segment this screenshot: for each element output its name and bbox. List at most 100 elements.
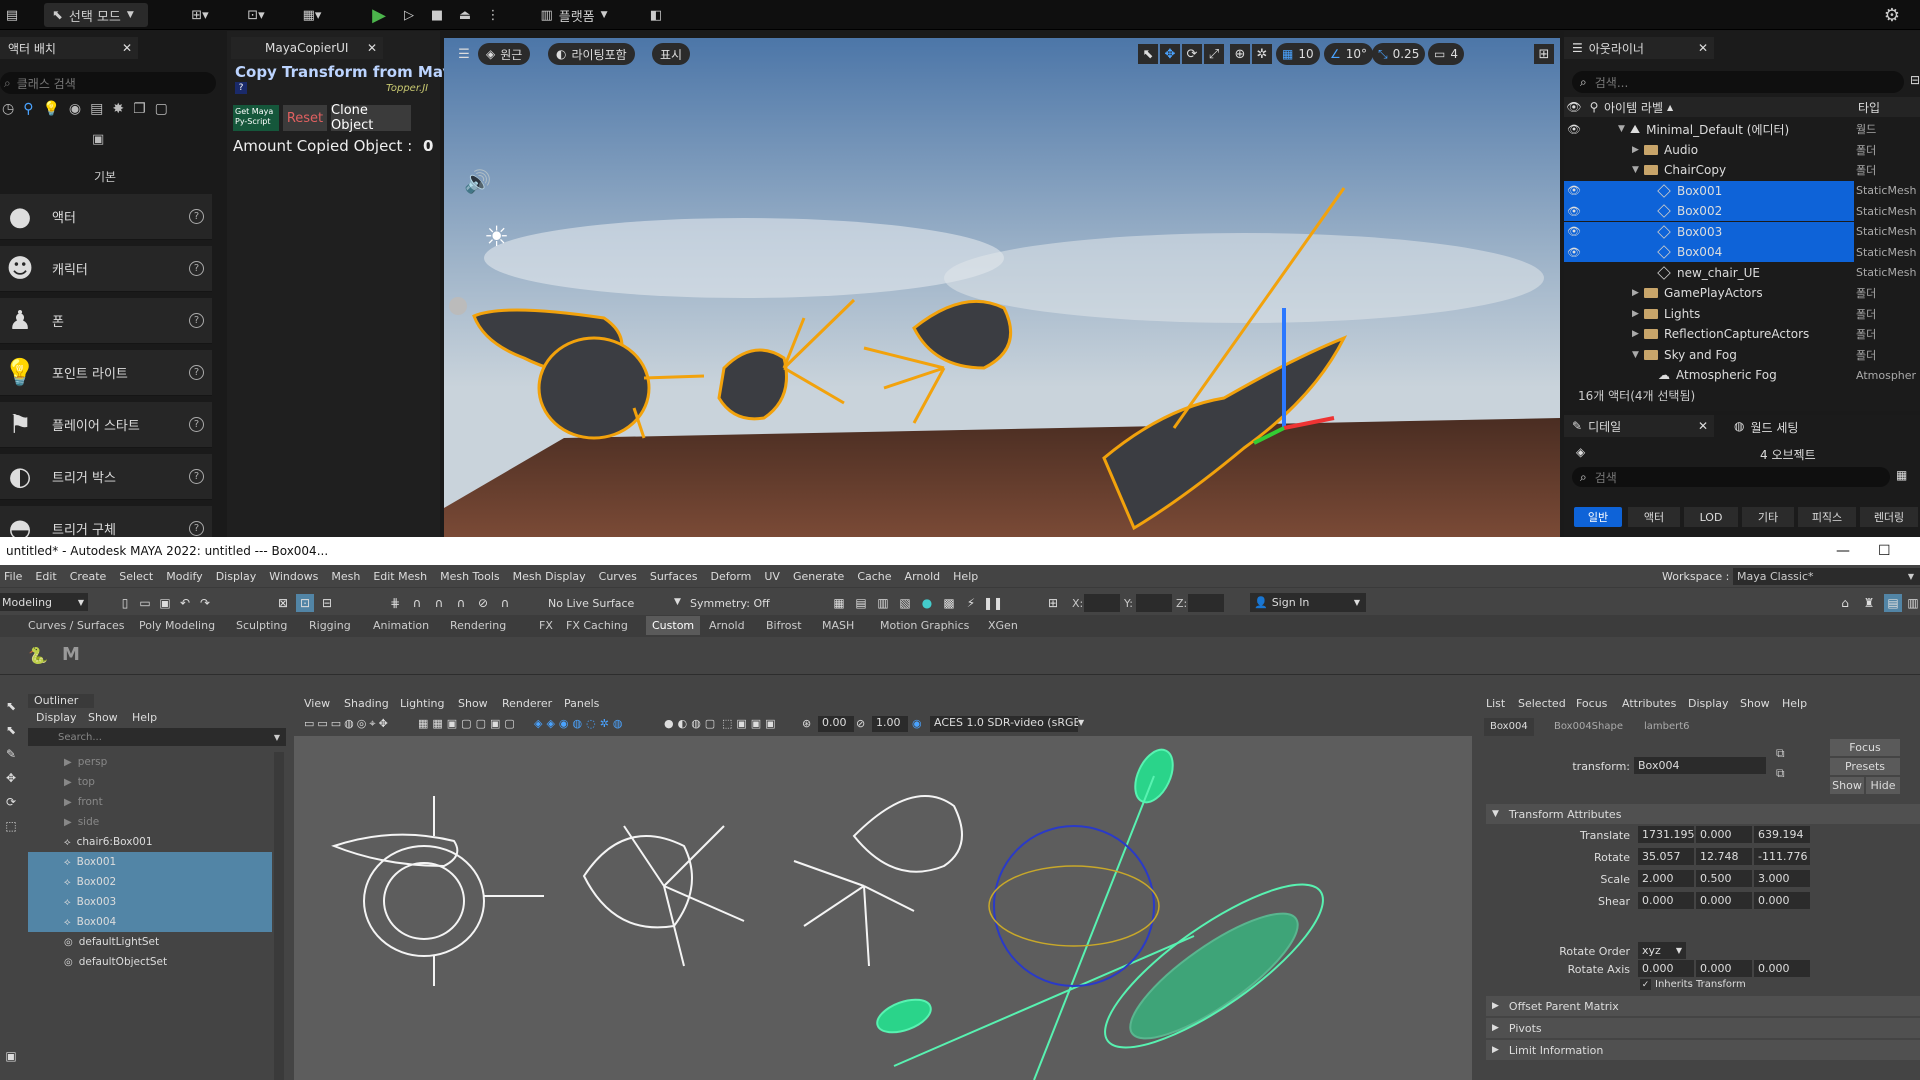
- menu-item[interactable]: Mesh Display: [513, 570, 586, 583]
- outliner-menu-help[interactable]: Help: [132, 711, 157, 724]
- isolate-tools-icon[interactable]: ●◐◍▢: [664, 717, 719, 730]
- attr-field[interactable]: 35.057: [1638, 848, 1694, 865]
- move-tool-icon[interactable]: ✥: [2, 769, 20, 787]
- minimize-icon[interactable]: —: [1836, 543, 1850, 559]
- z-field[interactable]: [1188, 594, 1224, 612]
- outliner-item[interactable]: ⟡ chair6:Box001: [28, 832, 272, 852]
- ae-menu-focus[interactable]: Focus: [1576, 697, 1607, 710]
- shelf-tab[interactable]: Sculpting: [236, 619, 287, 632]
- gear-icon[interactable]: ⚙: [1880, 3, 1904, 27]
- outliner-item[interactable]: ▶ persp: [28, 752, 272, 772]
- menu-item[interactable]: Edit Mesh: [373, 570, 427, 583]
- help-icon[interactable]: ?: [189, 417, 204, 432]
- rotate-tool-icon[interactable]: ⟳: [1182, 44, 1202, 64]
- visibility-eye-icon[interactable]: 👁: [1564, 225, 1584, 238]
- tab-details[interactable]: ✎ 디테일 ✕: [1564, 415, 1714, 437]
- menu-item[interactable]: Create: [70, 570, 107, 583]
- section-pivots[interactable]: ▶ Pivots: [1486, 1018, 1920, 1038]
- save-scene-icon[interactable]: ▣: [156, 594, 174, 612]
- transform-name-field[interactable]: Box004: [1634, 757, 1766, 774]
- select-mode-dropdown[interactable]: ⬉ 선택 모드 ▼: [44, 3, 148, 27]
- all-classes-icon[interactable]: ▢: [155, 101, 168, 129]
- scale-snap-button[interactable]: ⤡ 0.25: [1372, 43, 1426, 65]
- help-icon[interactable]: ?: [189, 521, 204, 536]
- attr-field[interactable]: 0.000: [1696, 826, 1752, 843]
- visibility-eye-icon[interactable]: 👁: [1564, 246, 1584, 259]
- layout-single-icon[interactable]: ▣: [2, 1047, 20, 1065]
- scale-tool-icon[interactable]: ⬚: [2, 817, 20, 835]
- copy-tab-icon[interactable]: ⧉: [1776, 746, 1785, 761]
- exposure-icon[interactable]: ⊛: [802, 717, 811, 730]
- attr-field[interactable]: -111.776: [1754, 848, 1810, 865]
- cinematics-icon[interactable]: ▦▾: [292, 3, 332, 27]
- tab-box004[interactable]: Box004: [1484, 718, 1534, 736]
- help-icon[interactable]: ?: [189, 209, 204, 224]
- filter-actor[interactable]: 액터: [1628, 507, 1680, 527]
- eject-icon[interactable]: ⏏: [454, 3, 476, 27]
- world-space-icon[interactable]: ⊕: [1230, 44, 1250, 64]
- close-icon[interactable]: ✕: [1698, 41, 1708, 55]
- sign-in-button[interactable]: 👤 Sign In ▼: [1250, 593, 1366, 612]
- menu-set-select[interactable]: Modeling ▼: [0, 593, 88, 611]
- chevron-down-icon[interactable]: ▼: [674, 597, 681, 607]
- live-surface-label[interactable]: No Live Surface: [548, 597, 634, 610]
- geometry-icon[interactable]: ▣: [92, 132, 104, 147]
- attribute-editor-icon[interactable]: ▤: [1884, 594, 1902, 612]
- ae-menu-display[interactable]: Display: [1688, 697, 1729, 710]
- pause-icon[interactable]: ❚❚: [983, 594, 1003, 612]
- settings-panel-icon[interactable]: ◧: [646, 3, 666, 27]
- rotate-order-select[interactable]: xyz ▼: [1638, 942, 1686, 959]
- lights-icon[interactable]: 💡: [42, 101, 59, 129]
- place-item-character[interactable]: ☻ 캐릭터?: [0, 246, 212, 292]
- python-script-icon[interactable]: 🐍: [28, 646, 48, 665]
- hamburger-icon[interactable]: ▤: [4, 3, 20, 27]
- chevron-right-icon[interactable]: ▶: [1632, 145, 1644, 155]
- rotate-tool-icon[interactable]: ⟳: [2, 793, 20, 811]
- volumes-icon[interactable]: ❐: [133, 101, 146, 129]
- outliner-title-tab[interactable]: Outliner: [28, 694, 94, 708]
- directional-light-icon[interactable]: ☀: [484, 220, 509, 253]
- attr-field[interactable]: 639.194: [1754, 826, 1810, 843]
- basic-icon[interactable]: ⚲: [23, 101, 33, 129]
- outliner-row[interactable]: ▶ Lights 폴더: [1564, 304, 1876, 324]
- outliner-item[interactable]: ⟡ Box002: [28, 872, 272, 892]
- help-icon[interactable]: ?: [189, 365, 204, 380]
- outliner-row[interactable]: ▼ Sky and Fog 폴더: [1564, 345, 1876, 365]
- filter-general[interactable]: 일반: [1574, 507, 1622, 527]
- outliner-scrollbar[interactable]: [274, 752, 284, 1080]
- shelf-tab[interactable]: Curves / Surfaces: [28, 619, 125, 632]
- shapes-icon[interactable]: ◉: [69, 101, 81, 129]
- outliner-row[interactable]: ▶ ReflectionCaptureActors 폴더: [1564, 324, 1876, 344]
- show-button[interactable]: 표시: [652, 43, 691, 65]
- lasso-tool-icon[interactable]: ⬉: [2, 721, 20, 739]
- menu-item[interactable]: Curves: [599, 570, 637, 583]
- presets-button[interactable]: Presets: [1830, 758, 1900, 775]
- shelf-tab[interactable]: Animation: [373, 619, 429, 632]
- select-tool-icon[interactable]: ⬉: [2, 697, 20, 715]
- outliner-item[interactable]: ⟡ Box001: [28, 852, 272, 872]
- outliner-search-input[interactable]: ⌕ 검색...: [1572, 71, 1904, 93]
- recent-icon[interactable]: ◷: [2, 101, 14, 129]
- mel-script-icon[interactable]: M: [62, 644, 80, 665]
- visual-effects-icon[interactable]: ✸: [112, 101, 124, 129]
- vp-menu-renderer[interactable]: Renderer: [502, 697, 552, 710]
- add-content-icon[interactable]: ⊞▾: [180, 3, 220, 27]
- chevron-right-icon[interactable]: ▶: [1632, 329, 1644, 339]
- render-settings-icon[interactable]: ▧: [896, 594, 914, 612]
- render-frame-icon[interactable]: ▤: [852, 594, 870, 612]
- perspective-button[interactable]: ◈ 원근: [478, 43, 531, 65]
- modeling-toolkit-icon[interactable]: ⌂: [1836, 594, 1854, 612]
- menu-item[interactable]: Generate: [793, 570, 844, 583]
- transform-mode-icon[interactable]: ⊞: [1044, 594, 1062, 612]
- outliner-item[interactable]: ⟡ Box003: [28, 892, 272, 912]
- character-controls-icon[interactable]: ♜: [1860, 594, 1878, 612]
- blueprint-icon[interactable]: ⊡▾: [236, 3, 276, 27]
- render-view-icon[interactable]: ▦: [830, 594, 848, 612]
- tab-outliner[interactable]: ☰ 아웃라이너 ✕: [1564, 37, 1714, 59]
- y-field[interactable]: [1136, 594, 1172, 612]
- camera-speed-button[interactable]: ▭ 4: [1428, 43, 1464, 65]
- section-transform-attributes[interactable]: ▼ Transform Attributes: [1486, 804, 1920, 824]
- close-icon[interactable]: ✕: [1698, 419, 1708, 433]
- snap-surface-icon[interactable]: ⊘: [474, 594, 492, 612]
- class-search-input[interactable]: ⌕ 클래스 검색: [0, 72, 216, 94]
